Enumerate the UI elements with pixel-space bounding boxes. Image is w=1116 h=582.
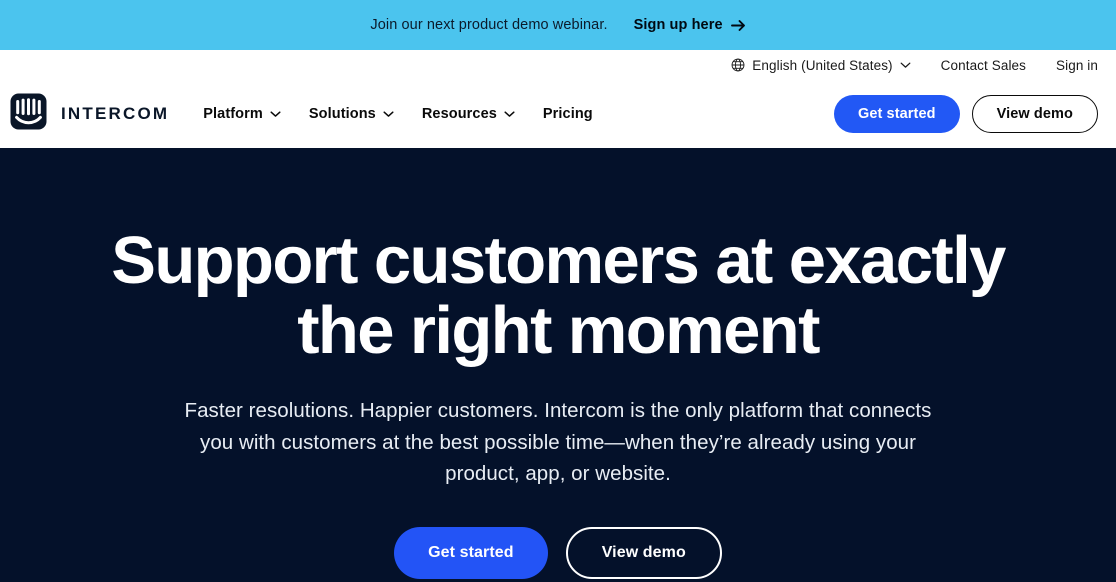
announcement-banner: Join our next product demo webinar. Sign…: [0, 0, 1116, 50]
nav-item-label: Solutions: [308, 106, 376, 122]
nav-item-pricing[interactable]: Pricing: [543, 106, 593, 122]
globe-icon: [731, 58, 745, 72]
arrow-right-icon: [730, 19, 746, 32]
page-root: Join our next product demo webinar. Sign…: [0, 0, 1116, 582]
nav-item-resources[interactable]: Resources: [422, 106, 515, 122]
header-get-started-button[interactable]: Get started: [833, 95, 960, 133]
chevron-down-icon: [900, 61, 911, 69]
chevron-down-icon: [383, 110, 394, 118]
intercom-logo-icon: [10, 93, 47, 135]
hero-section: Support customers at exactly the right m…: [0, 148, 1116, 582]
banner-link-label: Sign up here: [633, 17, 723, 33]
nav-item-label: Platform: [203, 106, 263, 122]
header-actions: Get started View demo: [833, 95, 1098, 133]
nav-item-label: Resources: [421, 106, 497, 122]
contact-sales-link[interactable]: Contact Sales: [941, 58, 1026, 73]
chevron-down-icon: [504, 110, 515, 118]
main-header: INTERCOM Platform Solutions Resources Pr…: [0, 80, 1116, 148]
hero-view-demo-button[interactable]: View demo: [565, 526, 722, 579]
chevron-down-icon: [270, 110, 281, 118]
header-view-demo-button[interactable]: View demo: [971, 95, 1098, 133]
sign-in-link[interactable]: Sign in: [1056, 58, 1098, 73]
nav-item-label: Pricing: [542, 106, 593, 122]
brand-name: INTERCOM: [61, 104, 170, 123]
banner-signup-link[interactable]: Sign up here: [634, 17, 746, 33]
hero-title: Support customers at exactly the right m…: [111, 223, 1006, 368]
nav-item-platform[interactable]: Platform: [203, 106, 281, 122]
main-nav: Platform Solutions Resources Pricing: [203, 106, 593, 122]
banner-message: Join our next product demo webinar.: [370, 17, 608, 33]
language-selector[interactable]: English (United States): [731, 57, 911, 73]
hero-get-started-button[interactable]: Get started: [394, 526, 548, 579]
utility-bar: English (United States) Contact Sales Si…: [0, 50, 1116, 80]
hero-subtitle: Faster resolutions. Happier customers. I…: [184, 399, 932, 485]
language-label: English (United States): [752, 57, 893, 73]
hero-actions: Get started View demo: [60, 526, 1056, 579]
nav-item-solutions[interactable]: Solutions: [309, 106, 394, 122]
brand-home-link[interactable]: INTERCOM: [10, 93, 169, 135]
